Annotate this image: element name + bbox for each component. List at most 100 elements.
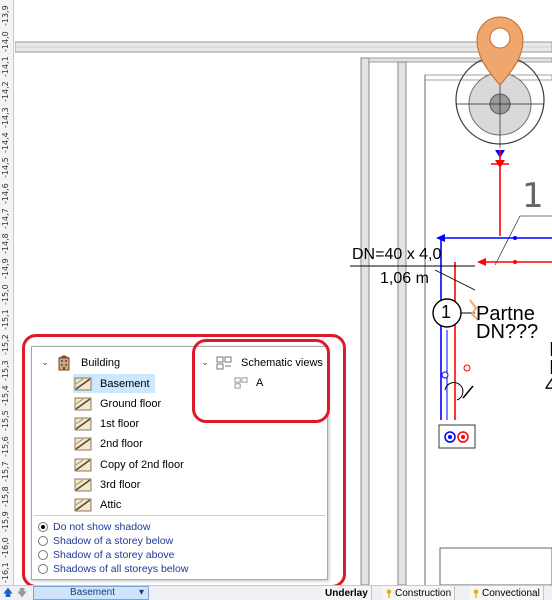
- partner-line-2: DN???: [476, 321, 539, 343]
- storey-label: Basement: [100, 377, 150, 390]
- vertical-ruler: -16,1 -16,0 -15,9 -15,8 -15,7 -15,6 -15,5 -15,4…: [0, 0, 14, 585]
- ruler-label: -15,9: [1, 511, 10, 533]
- arrow-up-icon[interactable]: 🡅: [2, 587, 14, 600]
- pipe-dimension-label: DN=40 x 4,0: [352, 246, 442, 263]
- storey-label: 2nd floor: [100, 438, 143, 451]
- tab-construction-label: Construction: [395, 587, 452, 599]
- radio-button[interactable]: [38, 521, 48, 532]
- room-lower-box: [439, 547, 552, 585]
- schematic-views-label: Schematic views: [241, 356, 323, 369]
- fixture-tap: [462, 385, 474, 399]
- ruler-label: -13,9: [1, 5, 10, 27]
- ruler-label: -15,2: [1, 334, 10, 356]
- storey-selector-label: Basement: [70, 587, 116, 598]
- arrow-down-icon[interactable]: 🡇: [16, 587, 28, 600]
- ruler-label: -14,2: [1, 81, 10, 103]
- partner-label: Partne DN??? I I 4: [476, 304, 552, 397]
- storey-item[interactable]: Copy of 2nd floor: [74, 455, 184, 474]
- ruler-label: -15,1: [1, 309, 10, 330]
- storey-item[interactable]: 1st floor: [74, 415, 139, 434]
- key-icon: [386, 588, 392, 598]
- storey-icon: [74, 458, 92, 472]
- pipe-node: [513, 236, 517, 240]
- valve-red: [463, 364, 471, 372]
- tab-convectional-label: Convectional: [482, 587, 540, 599]
- pipe-length-label: 1,06 m: [380, 270, 429, 287]
- storey-label: 1st floor: [100, 418, 140, 431]
- tab-underlay[interactable]: Underlay: [322, 586, 372, 600]
- ruler-label: -14,6: [1, 182, 10, 204]
- tab-convectional[interactable]: Convectional: [469, 586, 544, 600]
- wall-top-room: [368, 57, 552, 63]
- storey-label: Copy of 2nd floor: [100, 458, 184, 471]
- shadow-option[interactable]: Shadows of all storeys below: [38, 562, 188, 577]
- tag-leader: [494, 215, 521, 266]
- shadow-option-label: Shadow of a storey above: [53, 549, 175, 562]
- shadow-option[interactable]: Shadow of a storey below: [38, 533, 173, 548]
- ruler-label: -15,6: [1, 435, 10, 457]
- ruler-label: -14,4: [1, 132, 10, 153]
- schematic-view-item[interactable]: A: [234, 373, 263, 392]
- node-number: 1: [441, 302, 452, 322]
- storey-icon: [74, 478, 92, 492]
- ruler-label: -14,1: [1, 56, 10, 77]
- storey-icon: [74, 417, 92, 431]
- connection-blue-dot: [448, 435, 452, 439]
- building-icon: [58, 354, 70, 370]
- schematic-view-label: A: [256, 376, 264, 389]
- schematic-views-icon: [216, 356, 232, 369]
- ruler-label: -14,8: [1, 233, 10, 255]
- wall-inner: [397, 61, 407, 585]
- tree-building[interactable]: ⌄ Building: [40, 353, 120, 372]
- ruler-label: -15,5: [1, 410, 10, 432]
- location-marker-hole: [489, 27, 511, 49]
- ruler-label: -15,0: [1, 283, 10, 305]
- ruler-label: -14,0: [1, 30, 10, 52]
- ruler-label: -15,7: [1, 461, 10, 482]
- tree-schematic-views[interactable]: ⌄ Schematic views: [200, 353, 323, 372]
- shadow-option[interactable]: Shadow of a storey above: [38, 548, 174, 563]
- chevron-down-icon[interactable]: ⌄: [200, 357, 210, 368]
- storey-icon: [74, 377, 92, 390]
- radio-button[interactable]: [38, 564, 48, 575]
- fixture-curve: [444, 382, 464, 401]
- shadow-option-label: Do not show shadow: [53, 520, 151, 533]
- storey-selector[interactable]: Basement ▾: [33, 586, 149, 600]
- schematic-view-icon: [234, 376, 248, 389]
- storey-label: Attic: [100, 499, 122, 512]
- storey-icon: [74, 397, 92, 411]
- wall-left-room: [360, 57, 370, 585]
- storey-item[interactable]: Attic: [74, 496, 121, 515]
- tab-construction[interactable]: Construction: [382, 586, 456, 600]
- storey-item[interactable]: 3rd floor: [74, 476, 140, 495]
- ruler-label: -14,5: [1, 157, 10, 179]
- radio-button[interactable]: [38, 550, 48, 561]
- valve-blue: [441, 371, 449, 379]
- radio-button[interactable]: [38, 535, 48, 546]
- ruler-label: -14,3: [1, 106, 10, 128]
- shadow-option-label: Shadow of a storey below: [53, 534, 174, 547]
- building-label: Building: [81, 356, 121, 369]
- bottom-bar: 🡅 🡇 Basement ▾ Underlay Construction Conv…: [0, 585, 552, 600]
- partner-line-4: I: [549, 357, 552, 379]
- ruler-label: -14,9: [1, 258, 10, 280]
- partner-line-3: I: [549, 339, 552, 361]
- storey-item[interactable]: Ground floor: [74, 394, 161, 413]
- storey-label: 3rd floor: [100, 479, 141, 491]
- ruler-label: -15,4: [1, 385, 10, 406]
- partner-line-5: 4: [545, 375, 552, 397]
- chevron-down-icon[interactable]: ⌄: [40, 357, 50, 368]
- storey-view-panel: ⌄ Building Basement Ground floor 1st floor…: [31, 346, 328, 580]
- connection-red-dot: [461, 435, 465, 439]
- storey-item[interactable]: Basement: [74, 374, 150, 393]
- storey-label: Ground floor: [100, 397, 162, 410]
- shadow-option[interactable]: Do not show shadow: [38, 519, 150, 534]
- shadow-option-label: Shadows of all storeys below: [53, 563, 189, 576]
- flow-arrow-red-left: [477, 258, 486, 266]
- storey-icon: [74, 437, 92, 451]
- panel-separator: [34, 515, 325, 516]
- storey-item[interactable]: 2nd floor: [74, 435, 143, 454]
- ruler-label: -16,1: [1, 562, 10, 583]
- tag-number: 1: [522, 176, 544, 216]
- ruler-label: -15,3: [1, 359, 10, 381]
